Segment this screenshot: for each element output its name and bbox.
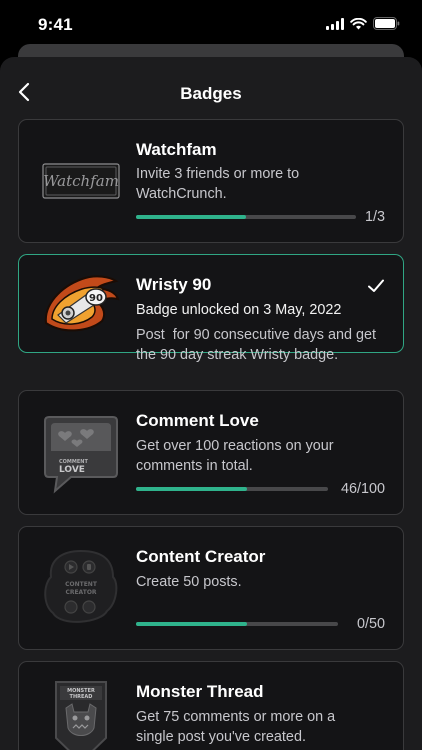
badge-description: Get 75 comments or more on a single post…	[136, 709, 336, 745]
status-icons	[326, 17, 400, 30]
badge-description: Get over 100 reactions on your comments …	[136, 438, 334, 474]
badge-card-wristy-90[interactable]: 90 Wristy 90 Badge unlocked on 3 May, 20…	[18, 254, 404, 363]
badge-title: Content Creator	[136, 547, 266, 566]
wristy-emblem-text: 90	[89, 293, 103, 304]
progress-label: 46/100	[340, 481, 385, 497]
checkmark-icon	[368, 279, 384, 292]
wristy-90-badge-image: 90	[37, 260, 125, 348]
watchfam-emblem-text: Watchfam	[43, 172, 119, 190]
badge-title: Monster Thread	[136, 682, 264, 701]
page-title: Badges	[180, 84, 242, 103]
badge-description: Invite 3 friends or more to WatchCrunch.	[136, 166, 300, 202]
wifi-icon	[350, 17, 367, 29]
progress-bar	[136, 215, 356, 219]
comment-love-emblem-text-2: LOVE	[59, 465, 85, 475]
badge-title: Wristy 90	[136, 275, 212, 294]
progress-label: 1/3	[364, 209, 385, 225]
badge-title: Comment Love	[136, 411, 259, 430]
monster-thread-emblem-text-2: THREAD	[70, 694, 93, 700]
progress-bar	[136, 622, 338, 626]
badge-description: Create 50 posts.	[136, 574, 242, 590]
progress-label: 0/50	[356, 616, 385, 632]
badge-title: Watchfam	[136, 140, 217, 159]
progress-fill	[136, 487, 248, 491]
progress-fill	[136, 215, 246, 219]
badge-card-content-creator[interactable]: CONTENT CREATOR Content Creator Create 5…	[18, 526, 404, 650]
content-creator-badge-image: CONTENT CREATOR	[37, 545, 125, 633]
progress-bar	[136, 487, 328, 491]
badges-sheet: Badges Watchfam Watchfam Invite 3 friend…	[0, 57, 422, 750]
badge-card-watchfam[interactable]: Watchfam Watchfam Invite 3 friends or mo…	[18, 119, 404, 243]
status-bar: 9:41	[0, 0, 422, 46]
monster-thread-badge-image: MONSTER THREAD	[37, 678, 125, 750]
badge-description: Post for 90 consecutive days and get the…	[136, 327, 380, 363]
status-time: 9:41	[38, 15, 73, 34]
battery-icon	[373, 17, 400, 30]
content-creator-emblem-text-2: CREATOR	[65, 589, 96, 596]
signal-icon	[326, 17, 344, 30]
badge-card-comment-love[interactable]: COMMENT LOVE Comment Love Get over 100 r…	[18, 390, 404, 515]
badge-card-monster-thread[interactable]: MONSTER THREAD Monster Thread Get 75 com…	[18, 661, 404, 750]
nav-bar: Badges	[0, 57, 422, 117]
comment-love-badge-image: COMMENT LOVE	[37, 409, 125, 497]
progress-fill	[136, 622, 248, 626]
content-creator-emblem-text-1: CONTENT	[65, 581, 98, 588]
watchfam-badge-image: Watchfam	[37, 138, 125, 226]
badge-unlocked-status: Badge unlocked on 3 May, 2022	[136, 302, 342, 318]
